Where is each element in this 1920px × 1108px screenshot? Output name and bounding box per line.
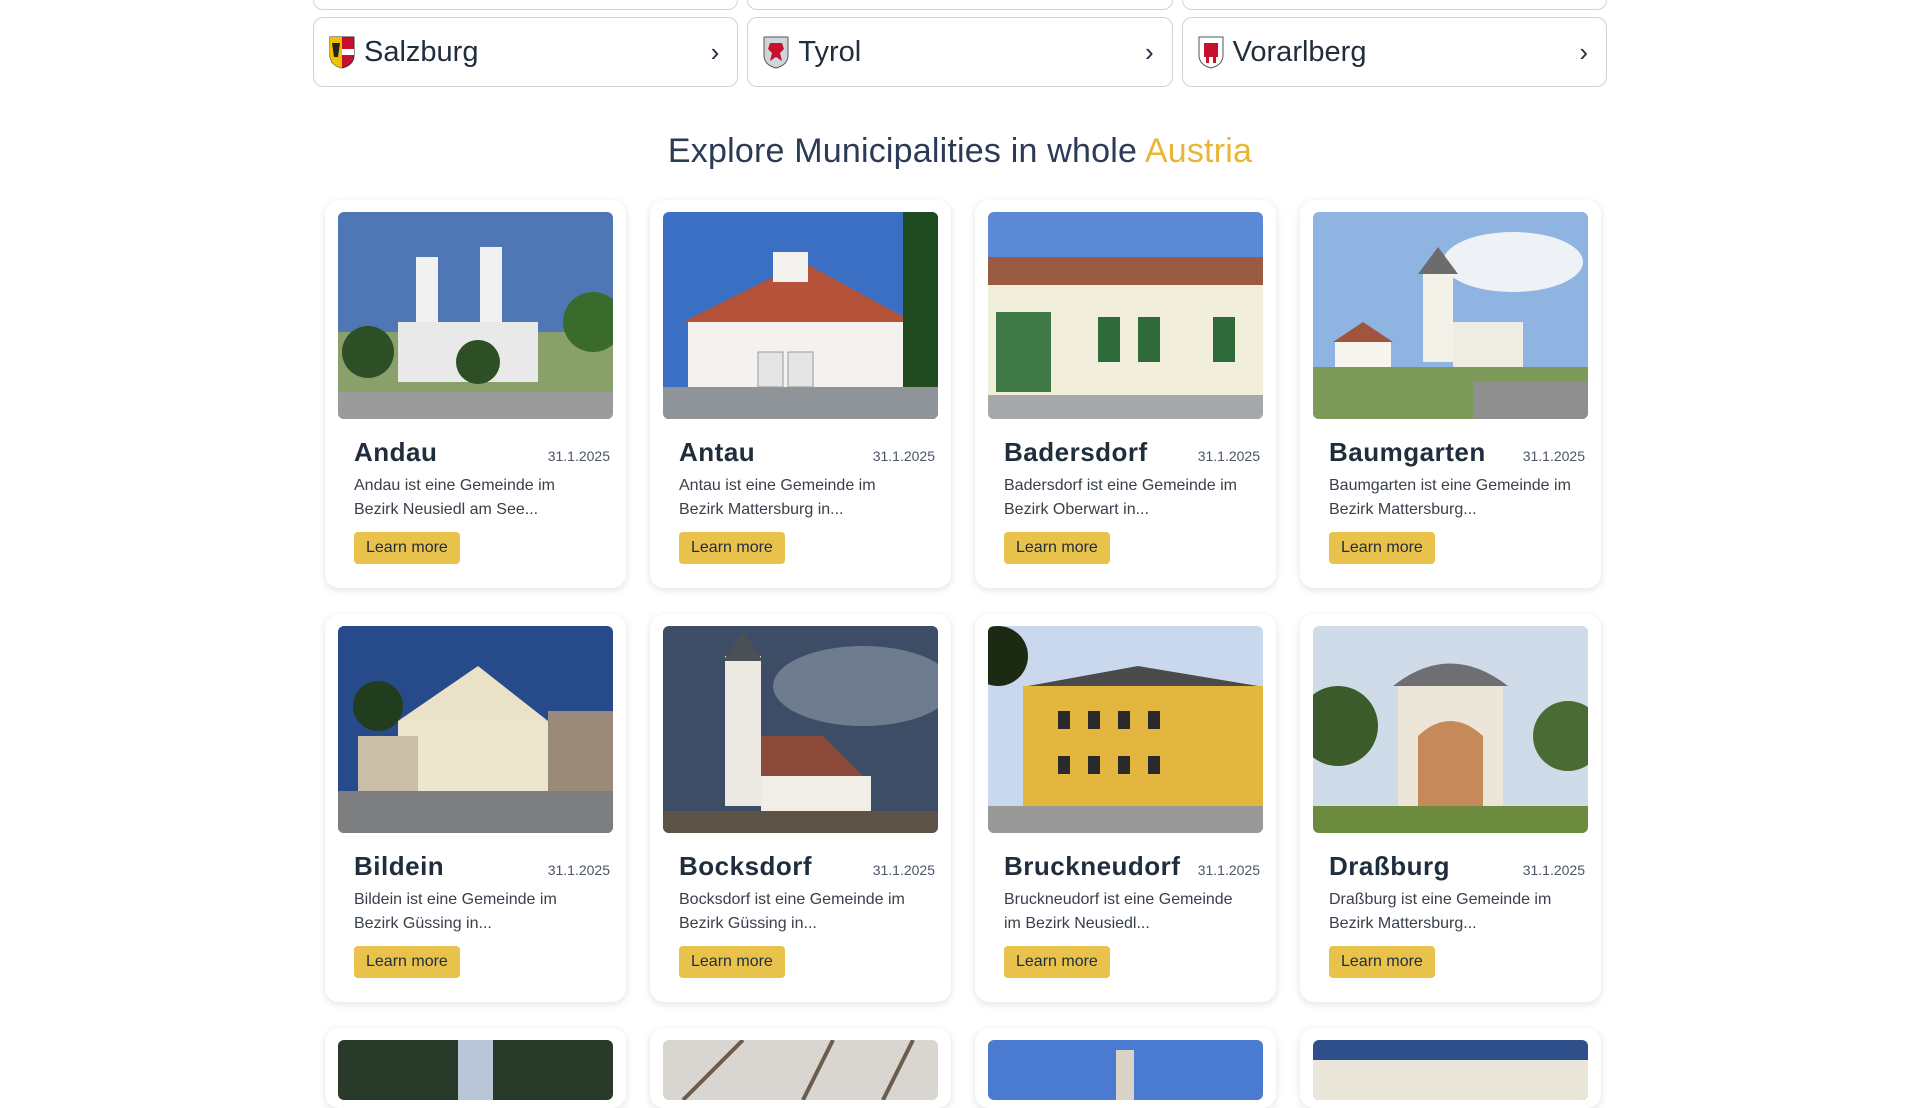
municipality-description: Antau ist eine Gemeinde im Bezirk Matter…	[679, 477, 876, 518]
municipality-date: 31.1.2025	[1197, 862, 1260, 878]
municipality-date: 31.1.2025	[1522, 448, 1585, 464]
municipality-photo	[338, 1040, 613, 1100]
learn-more-button[interactable]: Learn more	[1004, 946, 1110, 978]
municipality-name: Bocksdorf	[679, 851, 813, 881]
municipality-description: Bocksdorf ist eine Gemeinde im Bezirk Gü…	[679, 891, 905, 932]
chevron-right-icon: ›	[710, 36, 720, 67]
municipality-card[interactable]	[975, 1028, 1276, 1108]
municipality-photo	[988, 626, 1263, 833]
region-card-salzburg[interactable]: Salzburg ›	[313, 17, 739, 87]
municipality-name: Draßburg	[1329, 851, 1450, 881]
municipality-card[interactable]: Draßburg 31.1.2025 Draßburg ist eine Gem…	[1300, 614, 1601, 1002]
municipality-name: Baumgarten	[1329, 437, 1486, 467]
municipality-photo	[1313, 626, 1588, 833]
learn-more-button[interactable]: Learn more	[679, 946, 785, 978]
region-row: Salzburg › Tyrol › Vorarlberg ›	[313, 17, 1607, 87]
municipality-date: 31.1.2025	[872, 448, 935, 464]
municipality-card[interactable]: Baumgarten 31.1.2025 Baumgarten ist eine…	[1300, 200, 1601, 588]
municipality-description: Andau ist eine Gemeinde im Bezirk Neusie…	[354, 477, 555, 518]
municipality-description: Bruckneudorf ist eine Gemeinde im Bezirk…	[1004, 891, 1233, 932]
learn-more-button[interactable]: Learn more	[679, 532, 785, 564]
section-title-prefix: Explore Municipalities in whole	[667, 132, 1138, 170]
region-name: Vorarlberg	[1232, 35, 1367, 68]
learn-more-button[interactable]: Learn more	[1004, 532, 1110, 564]
vorarlberg-coat-of-arms-icon	[1198, 36, 1224, 69]
municipality-card[interactable]: Bocksdorf 31.1.2025 Bocksdorf ist eine G…	[650, 614, 951, 1002]
region-card-hidden[interactable]	[313, 0, 739, 10]
region-name: Salzburg	[364, 35, 479, 68]
region-card-hidden[interactable]	[1181, 0, 1607, 10]
municipality-date: 31.1.2025	[1522, 862, 1585, 878]
municipality-card[interactable]: Antau 31.1.2025 Antau ist eine Gemeinde …	[650, 200, 951, 588]
municipality-description: Bildein ist eine Gemeinde im Bezirk Güss…	[354, 891, 557, 932]
municipality-photo	[338, 212, 613, 419]
region-card-tyrol[interactable]: Tyrol ›	[747, 17, 1173, 87]
municipality-card[interactable]	[1300, 1028, 1601, 1108]
section-title: Explore Municipalities in whole Austria	[0, 132, 1920, 171]
municipality-card[interactable]: Badersdorf 31.1.2025 Badersdorf ist eine…	[975, 200, 1276, 588]
learn-more-button[interactable]: Learn more	[354, 532, 460, 564]
municipality-photo	[988, 212, 1263, 419]
municipality-name: Badersdorf	[1004, 437, 1148, 467]
section-title-accent: Austria	[1144, 132, 1253, 170]
municipality-description: Badersdorf ist eine Gemeinde im Bezirk O…	[1004, 477, 1237, 518]
municipality-description: Draßburg ist eine Gemeinde im Bezirk Mat…	[1329, 891, 1552, 932]
chevron-right-icon: ›	[1579, 36, 1588, 67]
municipality-description: Baumgarten ist eine Gemeinde im Bezirk M…	[1329, 477, 1571, 518]
municipality-date: 31.1.2025	[1197, 448, 1260, 464]
municipality-date: 31.1.2025	[547, 862, 610, 878]
learn-more-button[interactable]: Learn more	[1329, 946, 1435, 978]
tyrol-coat-of-arms-icon	[763, 36, 789, 69]
municipality-card[interactable]	[650, 1028, 951, 1108]
region-card-hidden[interactable]	[747, 0, 1173, 10]
municipality-date: 31.1.2025	[872, 862, 935, 878]
municipality-photo	[663, 212, 938, 419]
municipality-photo	[663, 1040, 938, 1100]
municipality-photo	[663, 626, 938, 833]
region-card-vorarlberg[interactable]: Vorarlberg ›	[1181, 17, 1607, 87]
municipality-photo	[1313, 1040, 1588, 1100]
municipality-grid: Andau 31.1.2025 Andau ist eine Gemeinde …	[325, 200, 1605, 1108]
municipality-photo	[1313, 212, 1588, 419]
municipality-name: Bruckneudorf	[1004, 851, 1181, 881]
region-row-previous	[313, 0, 1607, 10]
municipality-card[interactable]: Bildein 31.1.2025 Bildein ist eine Gemei…	[325, 614, 626, 1002]
municipality-card[interactable]: Bruckneudorf 31.1.2025 Bruckneudorf ist …	[975, 614, 1276, 1002]
municipality-card[interactable]	[325, 1028, 626, 1108]
learn-more-button[interactable]: Learn more	[354, 946, 460, 978]
region-name: Tyrol	[798, 35, 862, 68]
municipality-photo	[988, 1040, 1263, 1100]
chevron-right-icon: ›	[1144, 36, 1154, 67]
municipality-photo	[338, 626, 613, 833]
municipality-name: Andau	[354, 437, 438, 467]
learn-more-button[interactable]: Learn more	[1329, 532, 1435, 564]
municipality-card[interactable]: Andau 31.1.2025 Andau ist eine Gemeinde …	[325, 200, 626, 588]
municipality-name: Bildein	[354, 851, 445, 881]
municipality-date: 31.1.2025	[547, 448, 610, 464]
salzburg-coat-of-arms-icon	[329, 36, 355, 69]
municipality-name: Antau	[679, 437, 756, 467]
